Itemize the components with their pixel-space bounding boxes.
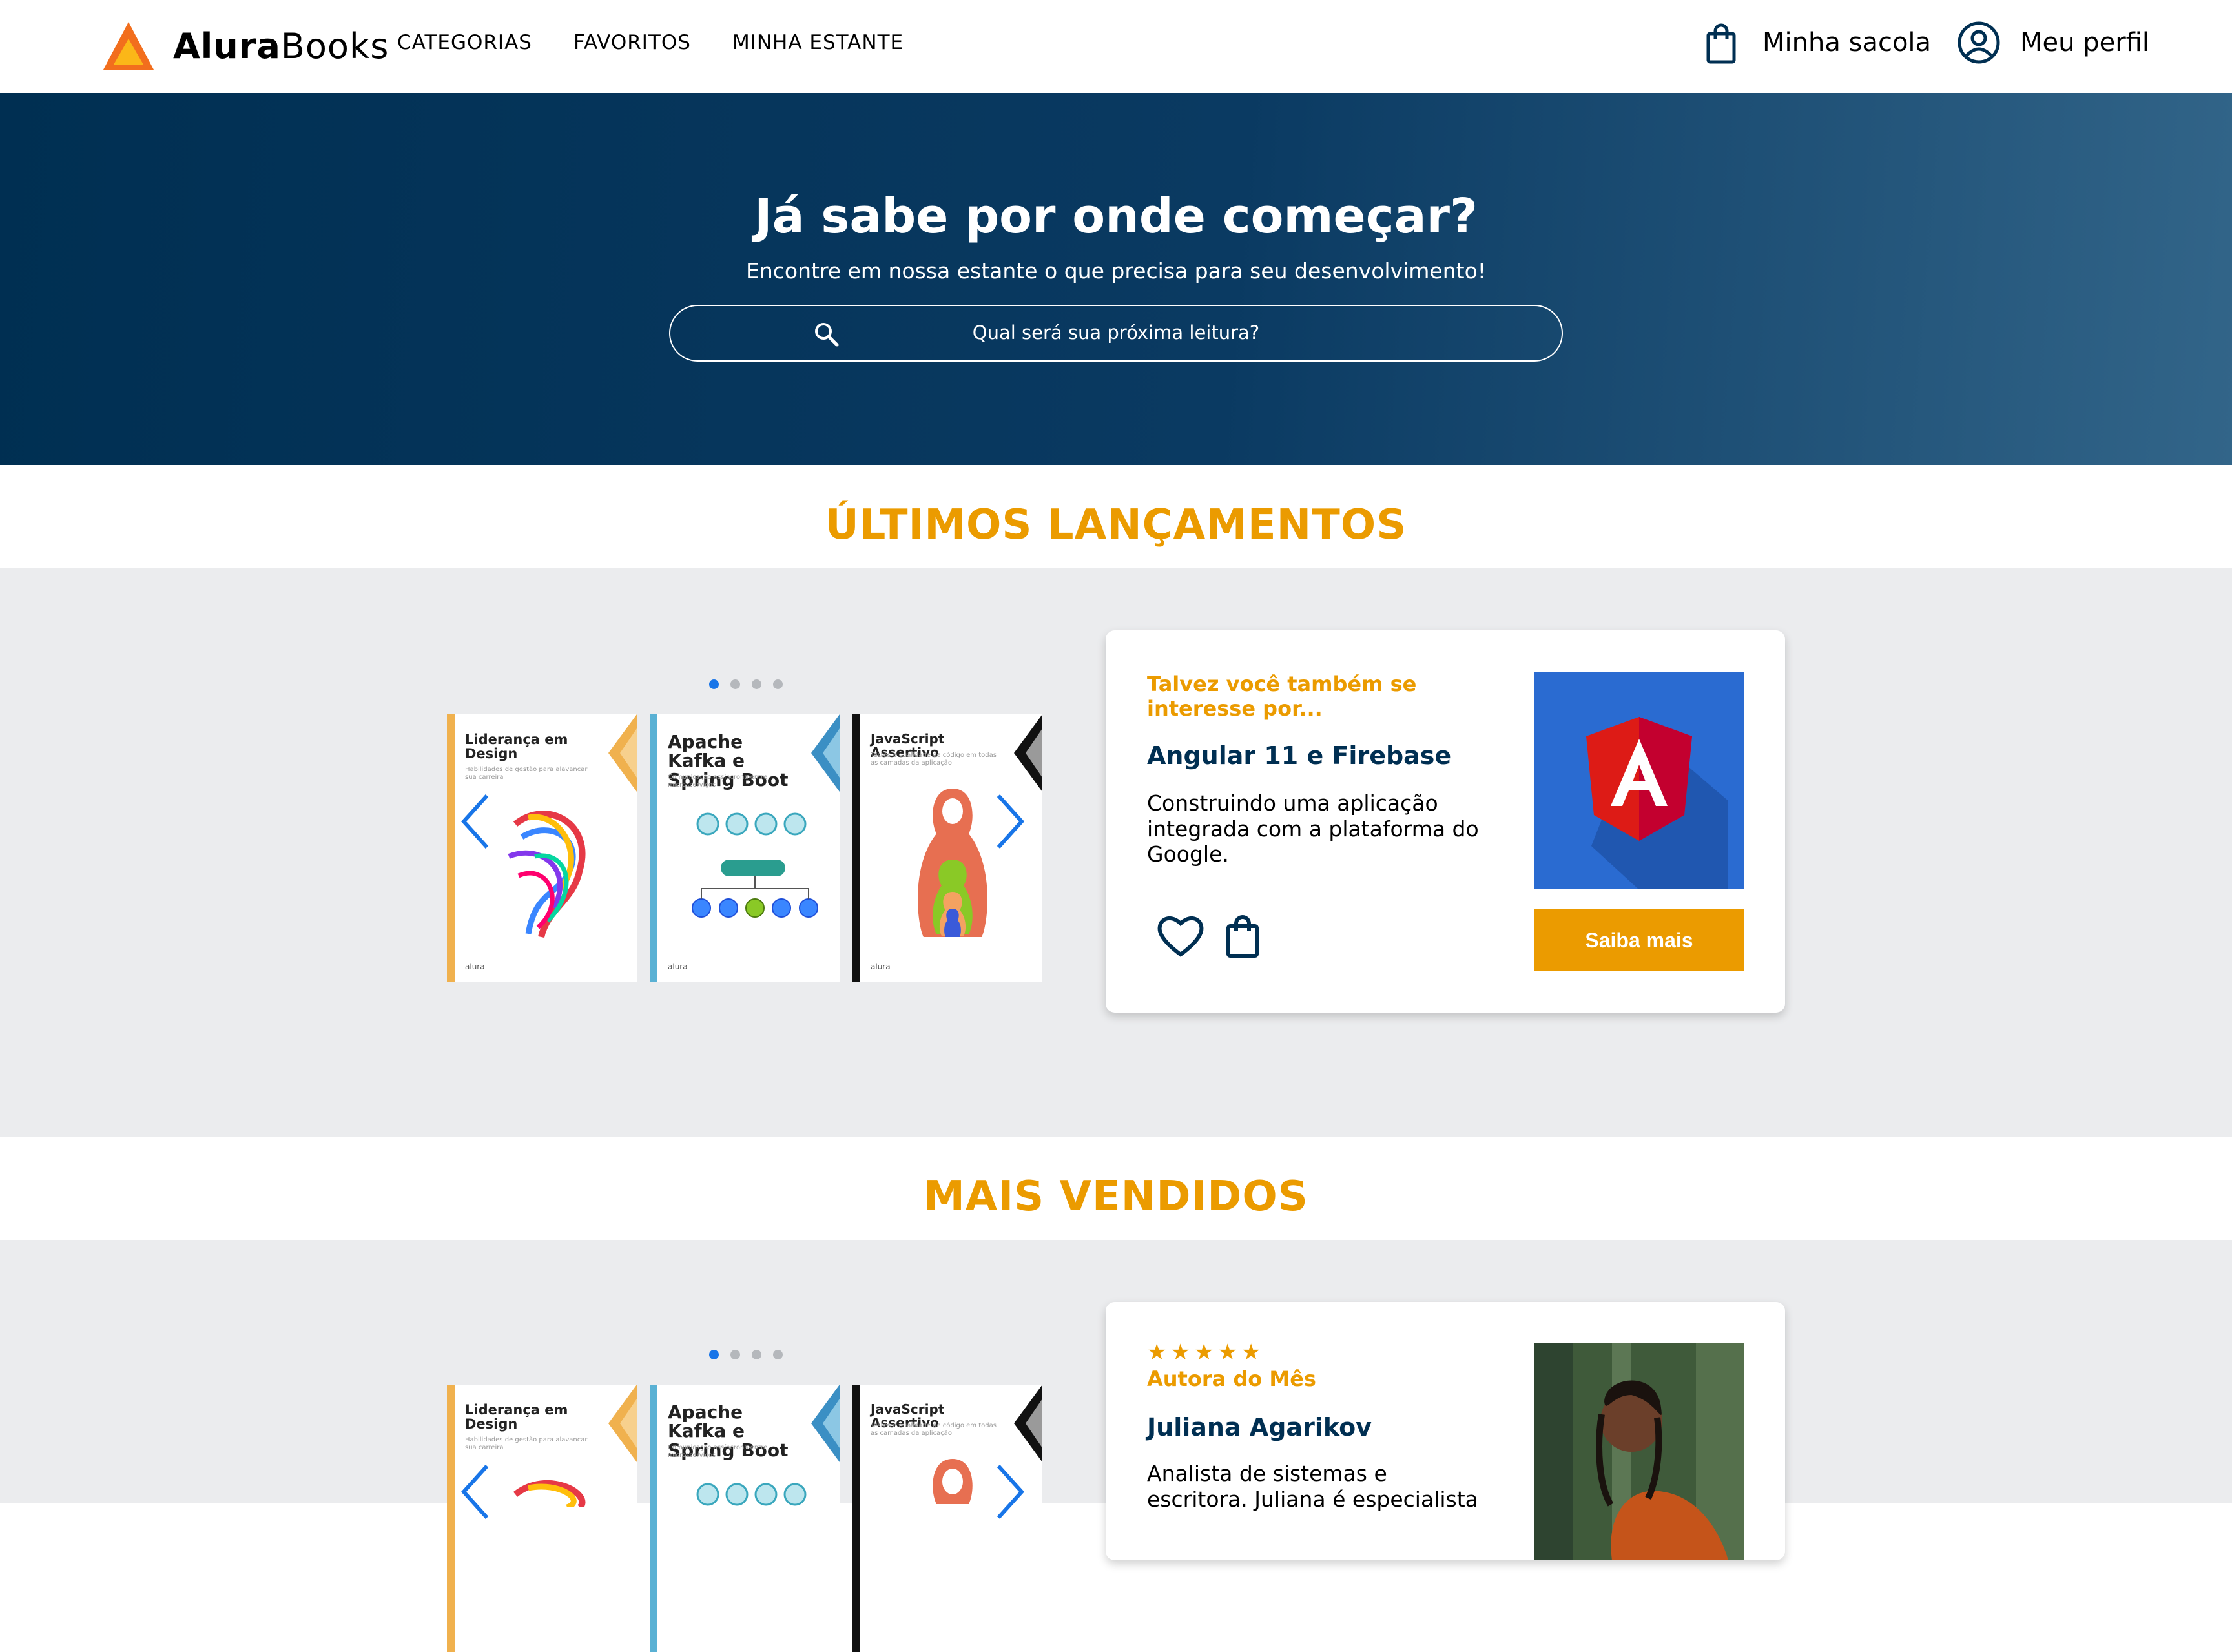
carousel-prev-arrow-icon[interactable] (456, 790, 495, 852)
book-publisher: alura (871, 962, 891, 971)
logo-text: AluraBooks (173, 25, 389, 67)
book-subtitle: Testes e qualidade de código em todas as… (871, 752, 997, 767)
book-art-illustration (508, 811, 586, 938)
logo-triangle-icon (103, 22, 154, 70)
matryoshka-doll-icon (933, 1459, 973, 1504)
book-art-diagram (692, 812, 818, 918)
carousel-dot[interactable] (730, 679, 740, 689)
shopping-bag-icon (1706, 23, 1736, 64)
alurabooks-logo[interactable]: AluraBooks (102, 19, 389, 72)
search-placeholder: Qual será sua próxima leitura? (972, 322, 1260, 344)
carousel-dot[interactable] (773, 679, 783, 689)
book-corner-decoration (1014, 1385, 1042, 1462)
bag-link[interactable]: Minha sacola (1698, 19, 1931, 66)
book-publisher: alura (668, 962, 688, 971)
carousel-dots-lancamentos (709, 679, 783, 689)
profile-label: Meu perfil (2020, 28, 2149, 57)
book-subtitle: Comunicação assíncrona entre microsservi… (668, 1444, 768, 1459)
book-spine (852, 714, 860, 982)
section-title-lancamentos: ÚLTIMOS LANÇAMENTOS (825, 501, 1407, 549)
book-publisher: alura (465, 962, 485, 971)
book-cover-kafka[interactable]: Apache Kafka e Spring Boot Comunicação a… (650, 1385, 840, 1652)
book-art-diagram (696, 1483, 807, 1506)
carousel-next-arrow-icon[interactable] (991, 790, 1029, 852)
carousel-dot[interactable] (752, 1350, 761, 1359)
book-spine (650, 1385, 657, 1652)
card-book-title: Angular 11 e Firebase (1147, 741, 1452, 770)
book-corner-decoration (1014, 714, 1042, 792)
main-nav: CATEGORIAS FAVORITOS MINHA ESTANTE (397, 31, 904, 54)
hero-title: Já sabe por onde começar? (754, 189, 1478, 244)
carousel-dots-vendidos (709, 1350, 783, 1359)
search-input[interactable]: Qual será sua próxima leitura? (669, 305, 1563, 362)
book-corner-decoration (608, 1385, 637, 1462)
book-corner-decoration (811, 1385, 840, 1462)
book-cover-kafka[interactable]: Apache Kafka e Spring Boot Comunicação a… (650, 714, 840, 982)
author-name: Juliana Agarikov (1147, 1413, 1372, 1441)
top-header: AluraBooks CATEGORIAS FAVORITOS MINHA ES… (0, 0, 2232, 93)
carousel-dot[interactable] (709, 1350, 719, 1359)
book-subtitle: Habilidades de gestão para alavancar sua… (465, 766, 588, 781)
nav-minha-estante[interactable]: MINHA ESTANTE (732, 31, 904, 54)
bag-label: Minha sacola (1762, 28, 1932, 57)
book-title: Liderança em Design (465, 1402, 568, 1432)
matryoshka-doll-icon (918, 789, 987, 937)
book-spine (852, 1385, 860, 1652)
profile-link[interactable]: Meu perfil (1956, 19, 2149, 66)
carousel-dot[interactable] (752, 679, 761, 689)
book-art-illustration (513, 1480, 586, 1507)
hero-banner: Já sabe por onde começar? Encontre em no… (0, 93, 2232, 465)
saiba-mais-button[interactable]: Saiba mais (1534, 909, 1744, 971)
book-corner-decoration (811, 714, 840, 792)
card-kicker: Talvez você também se interesse por... (1147, 672, 1417, 721)
book-subtitle: Testes e qualidade de código em todas as… (871, 1422, 997, 1437)
book-spine (447, 1385, 455, 1652)
nav-categorias[interactable]: CATEGORIAS (397, 31, 532, 54)
book-spine (650, 714, 657, 982)
card-kicker: Autora do Mês (1147, 1367, 1316, 1391)
author-photo (1534, 1343, 1744, 1560)
author-card: ★★★★★ Autora do Mês Juliana Agarikov Ana… (1106, 1302, 1785, 1560)
carousel-dot[interactable] (709, 679, 719, 689)
card-book-description: Construindo uma aplicação integrada com … (1147, 790, 1479, 867)
author-description: Analista de sistemas e escritora. Julian… (1147, 1461, 1478, 1512)
user-area: Minha sacola Meu perfil (1675, 19, 2149, 66)
book-corner-decoration (608, 714, 637, 792)
carousel-dot[interactable] (730, 1350, 740, 1359)
section-title-mais-vendidos: MAIS VENDIDOS (924, 1173, 1308, 1221)
carousel-prev-arrow-icon[interactable] (456, 1461, 495, 1523)
carousel-next-arrow-icon[interactable] (991, 1461, 1029, 1523)
book-subtitle: Comunicação assíncrona entre microsservi… (668, 774, 768, 789)
heart-favorite-icon[interactable] (1155, 909, 1206, 961)
nav-favoritos[interactable]: FAVORITOS (574, 31, 691, 54)
book-subtitle: Habilidades de gestão para alavancar sua… (465, 1436, 588, 1451)
book-spine (447, 714, 455, 982)
recommendation-card: Talvez você também se interesse por... A… (1106, 630, 1785, 1013)
rating-stars-icon: ★★★★★ (1147, 1339, 1265, 1365)
add-to-bag-icon[interactable] (1217, 909, 1268, 961)
hero-subtitle: Encontre em nossa estante o que precisa … (746, 258, 1486, 284)
user-circle-icon (1958, 21, 2000, 64)
book-title: Liderança em Design (465, 732, 568, 762)
carousel-dot[interactable] (773, 1350, 783, 1359)
angular-logo-icon (1534, 672, 1744, 889)
